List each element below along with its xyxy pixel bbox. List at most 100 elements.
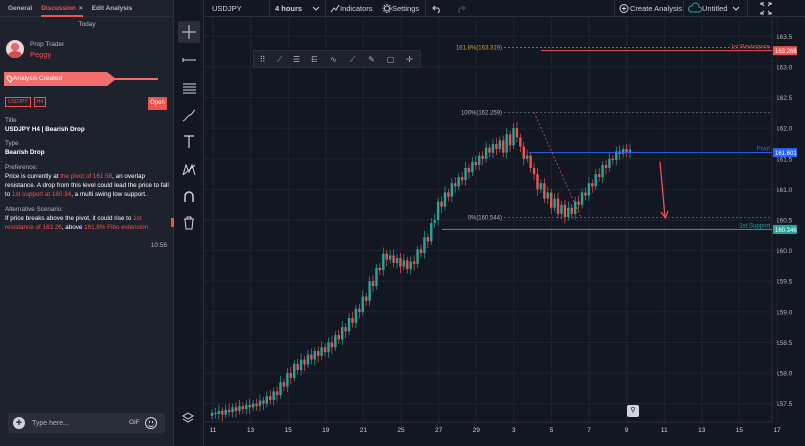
candle-body	[258, 400, 262, 407]
candle-body	[570, 207, 573, 214]
horizontal-line-icon[interactable]	[178, 49, 200, 71]
candle-body	[454, 183, 457, 187]
candle-body	[467, 167, 471, 173]
candle-body	[567, 207, 570, 217]
text-icon[interactable]	[178, 131, 200, 153]
layout-selector[interactable]: Untitled	[687, 0, 727, 17]
x-tick-label: 7	[587, 427, 591, 434]
candle-body	[526, 155, 529, 159]
fib-label: 161.8%(163.319)	[456, 45, 502, 51]
crosshair-icon[interactable]: ✛	[404, 54, 415, 65]
panel-tabs: General Discussion × Edit Analysis	[0, 0, 173, 17]
preference-label: Preference:	[5, 164, 38, 171]
preference-text: Price is currently at the pivot of 161.5…	[5, 173, 169, 198]
candle-body	[334, 335, 337, 348]
fullscreen-icon[interactable]	[760, 0, 772, 17]
candle-body	[597, 174, 601, 178]
fib-icon[interactable]: ☰	[291, 54, 302, 65]
candle-body	[245, 404, 248, 410]
tab-edit-analysis[interactable]: Edit Analysis	[92, 0, 133, 17]
pattern-icon[interactable]	[178, 159, 200, 181]
ray-icon[interactable]: ⟋	[347, 54, 358, 65]
pen-icon[interactable]: ✎	[366, 54, 377, 65]
candle-body	[210, 412, 214, 416]
brush-icon[interactable]	[178, 104, 200, 126]
chart-toolbar: USDJPY 4 hours Indicators Settings Creat…	[204, 0, 805, 17]
undo-icon[interactable]	[432, 0, 442, 17]
candle-body	[505, 134, 508, 153]
symbol-selector[interactable]: USDJPY	[212, 0, 242, 17]
candle-body	[481, 155, 484, 159]
candle-body	[289, 373, 293, 378]
indicators-icon	[330, 4, 340, 13]
brush-icon[interactable]: ∿	[328, 54, 339, 65]
x-tick-label: 11	[210, 427, 217, 434]
toolbar-divider	[425, 0, 426, 17]
emoji-icon[interactable]	[145, 417, 157, 429]
close-icon[interactable]: ×	[79, 5, 83, 12]
candle-body	[450, 183, 454, 197]
candle-body	[440, 201, 443, 207]
gif-button[interactable]: GIF	[129, 419, 140, 426]
x-tick-label: 13	[247, 427, 255, 434]
toolbar-divider	[614, 0, 615, 17]
magnet-icon[interactable]	[178, 186, 200, 208]
candle-body	[378, 267, 382, 271]
candle-body	[375, 267, 378, 287]
candle-body	[539, 183, 543, 190]
reset-view-icon[interactable]: ⚲	[627, 405, 639, 417]
type-field: Type Bearish Drop	[5, 139, 170, 157]
message-input[interactable]	[32, 416, 112, 430]
candle-body	[255, 403, 258, 407]
grip-icon[interactable]: ⠿	[257, 54, 268, 65]
redo-icon[interactable]	[456, 0, 466, 17]
preference-field: Preference: Price is currently at the pi…	[5, 163, 170, 199]
interval-selector[interactable]: 4 hours	[275, 0, 302, 17]
candle-body	[495, 144, 498, 149]
alternative-label: Alternative Scenario:	[5, 206, 64, 213]
layers-icon[interactable]	[181, 411, 195, 425]
add-attachment-button[interactable]: +	[13, 417, 25, 429]
candle-body	[227, 409, 231, 413]
fib-label: 100%(162.259)	[461, 110, 502, 116]
candle-body	[471, 161, 474, 173]
x-tick-label: 9	[625, 427, 629, 434]
toolbar-divider	[683, 0, 684, 17]
candle-body	[251, 403, 255, 408]
y-tick-label: 163.0	[776, 64, 793, 71]
channel-icon[interactable]	[178, 77, 200, 99]
chevron-down-icon[interactable]	[732, 0, 740, 17]
tab-discussion[interactable]: Discussion ×	[41, 0, 84, 17]
open-button[interactable]: Open	[148, 97, 167, 110]
title-label: Title	[5, 117, 17, 124]
candle-body	[426, 237, 430, 242]
indicators-button[interactable]: Indicators	[330, 0, 373, 17]
candle-body	[508, 134, 512, 146]
fib-label: 0%(160.544)	[468, 215, 502, 221]
candle-body	[406, 260, 409, 269]
candle-body	[543, 183, 546, 199]
pitchfork-icon[interactable]: ⋿	[309, 54, 320, 65]
price-chart[interactable]: 163.5 163.0 162.5 162.0 161.5 161.0 160.5 160.0…	[204, 18, 805, 446]
candle-body	[392, 255, 395, 263]
chevron-down-icon[interactable]	[312, 0, 320, 17]
candle-body	[457, 177, 460, 187]
candle-body	[231, 407, 234, 413]
candle-body	[430, 223, 433, 242]
crosshair-icon[interactable]	[178, 21, 207, 43]
candle-body	[584, 192, 587, 196]
candle-body	[358, 308, 361, 312]
tab-general[interactable]: General	[8, 0, 32, 17]
settings-button[interactable]: Settings	[382, 0, 419, 17]
create-analysis-button[interactable]: Create Analysis	[619, 0, 682, 17]
trendline-icon[interactable]: ⟋	[274, 54, 285, 65]
candlestick-chart[interactable]: 163.5 163.0 162.5 162.0 161.5 161.0 160.5 160.0…	[204, 18, 805, 446]
username[interactable]: Peggy	[30, 50, 51, 59]
candle-body	[371, 281, 375, 287]
candle-body	[577, 201, 580, 205]
level-label: Pivot	[757, 147, 771, 153]
day-divider: Today	[78, 21, 96, 28]
rectangle-icon[interactable]: ▢	[385, 54, 396, 65]
trash-icon[interactable]	[178, 212, 200, 234]
candle-body	[327, 342, 330, 353]
